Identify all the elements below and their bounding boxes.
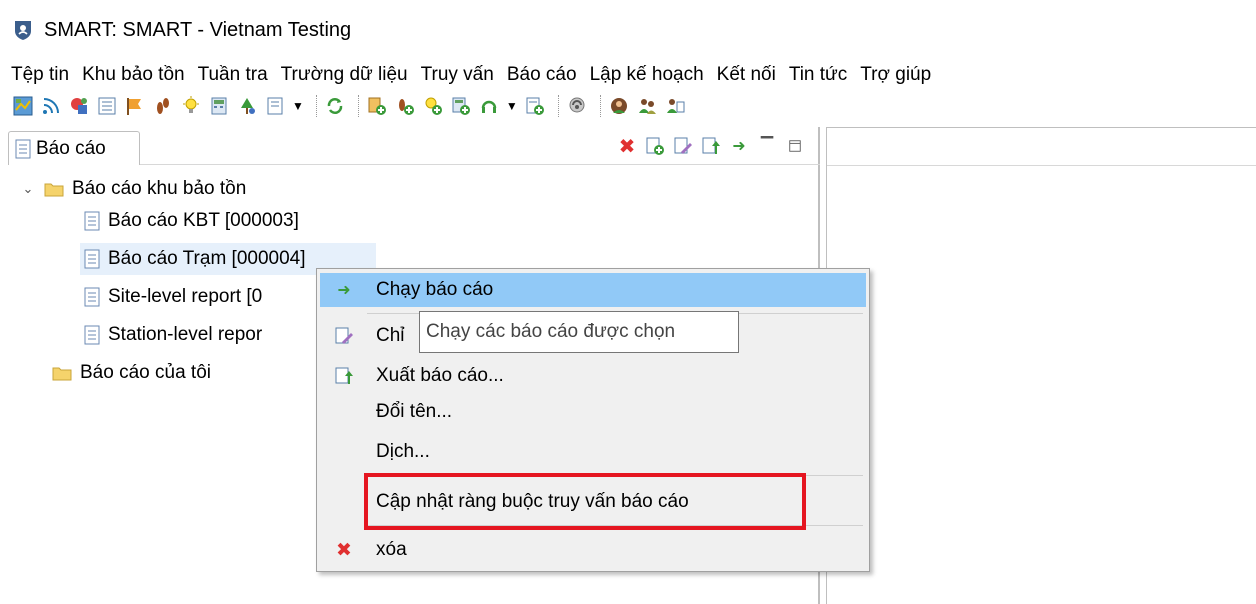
panel-header: Báo cáo ✖ ➜ ▔ [8,127,820,165]
tree-item-report[interactable]: Báo cáo KBT [000003] [84,205,299,237]
chevron-down-icon[interactable]: ▼ [292,99,304,113]
menu-file[interactable]: Tệp tin [11,64,69,86]
menu-patrol[interactable]: Tuần tra [198,64,268,86]
tree-label: Báo cáo KBT [000003] [108,210,299,231]
panel-actions: ✖ ➜ ▔ [610,135,806,158]
highlight-box [364,473,806,530]
calculator-add-icon[interactable] [450,95,472,117]
plan-add-icon[interactable] [366,95,388,117]
maximize-icon[interactable] [784,135,806,157]
shapes-icon[interactable] [68,95,90,117]
footprint-icon[interactable] [152,95,174,117]
tree-label: Station-level repor [108,324,263,345]
tree-label: Báo cáo của tôi [80,362,211,383]
tooltip-text: Chạy các báo cáo được chọn [426,321,676,342]
menu-planning[interactable]: Lập kế hoạch [590,64,704,86]
tab-label: Báo cáo [36,137,106,159]
menu-item-delete[interactable]: ✖ xóa [320,533,866,567]
editor-header [827,128,1256,166]
menu-item-label: Dịch... [376,441,430,462]
new-report-icon[interactable] [644,135,666,157]
menu-item-rename[interactable]: Đổi tên... [320,395,866,429]
title-bar: SMART: SMART - Vietnam Testing [0,0,1256,60]
menu-help[interactable]: Trợ giúp [860,64,931,86]
users-icon[interactable] [636,95,658,117]
menu-conservation-area[interactable]: Khu bảo tồn [82,64,184,86]
tree-item-report[interactable]: Station-level repor [84,319,262,351]
window-title: SMART: SMART - Vietnam Testing [44,18,352,41]
edit-report-icon [334,326,354,346]
run-arrow-icon: ➜ [337,282,351,299]
delete-icon[interactable]: ✖ [616,135,638,158]
tree-folder-conservation-reports[interactable]: ⌄ Báo cáo khu bảo tồn [20,173,247,205]
menu-data-model[interactable]: Trường dữ liệu [281,64,408,86]
menu-reports[interactable]: Báo cáo [507,64,577,86]
menu-item-label: Chỉ [376,325,405,346]
menu-item-label: xóa [376,539,407,560]
menu-connect[interactable]: Kết nối [717,64,776,86]
toolbar-separator [315,95,318,117]
tooltip: Chạy các báo cáo được chọn [419,311,739,353]
report-icon [84,325,100,345]
report-icon [15,139,31,158]
sync-icon[interactable] [324,95,346,117]
report-icon [84,287,100,307]
lightbulb-icon[interactable] [180,95,202,117]
tree-label: Báo cáo Trạm [000004] [108,248,306,269]
tree-label: Báo cáo khu bảo tồn [72,178,247,199]
connect-icon[interactable] [566,95,588,117]
run-arrow-icon[interactable]: ➜ [728,135,750,157]
headset-icon[interactable] [478,95,500,117]
menu-query[interactable]: Truy vấn [421,64,494,86]
toolbar-separator [599,95,602,117]
tab-reports[interactable]: Báo cáo [8,131,140,165]
user-report-icon[interactable] [664,95,686,117]
toolbar-separator [557,95,560,117]
menu-item-label: Đổi tên... [376,401,453,422]
report-icon [84,249,100,269]
delete-icon: ✖ [336,539,352,561]
main-toolbar: ▼ ▼ [0,90,1256,122]
export-report-icon[interactable] [700,135,722,157]
rss-icon[interactable] [40,95,62,117]
menu-item-label: Xuất báo cáo... [376,365,504,386]
minimize-icon[interactable]: ▔ [756,135,778,157]
menu-item-export-report[interactable]: Xuất báo cáo... [320,359,866,393]
tree-label: Site-level report [0 [108,286,263,307]
flag-icon[interactable] [124,95,146,117]
report-add-icon[interactable] [524,95,546,117]
tree-item-report[interactable]: Site-level report [0 [84,281,262,313]
menu-item-run-report[interactable]: ➜ Chạy báo cáo [320,273,866,307]
editor-area [826,127,1256,604]
menu-item-label: Chạy báo cáo [376,279,494,300]
report-icon [84,211,100,231]
chevron-down-icon[interactable]: ▼ [506,99,518,113]
tree-icon[interactable] [236,95,258,117]
smart-app-icon [12,19,34,41]
menu-item-translate[interactable]: Dịch... [320,435,866,469]
folder-icon [44,183,64,197]
menu-bar: Tệp tin Khu bảo tồn Tuần tra Trường dữ l… [0,60,1256,90]
toolbar-separator [357,95,360,117]
report-icon[interactable] [264,95,286,117]
folder-icon [52,367,72,381]
tree-folder-my-reports[interactable]: Báo cáo của tôi [52,357,211,389]
lightbulb-add-icon[interactable] [422,95,444,117]
calculator-icon[interactable] [208,95,230,117]
list-icon[interactable] [96,95,118,117]
chevron-down-icon[interactable]: ⌄ [20,181,36,197]
edit-report-icon[interactable] [672,135,694,157]
menu-news[interactable]: Tin tức [789,64,847,86]
map-icon[interactable] [12,95,34,117]
footprint-add-icon[interactable] [394,95,416,117]
user-globe-icon[interactable] [608,95,630,117]
export-report-icon [334,366,354,386]
